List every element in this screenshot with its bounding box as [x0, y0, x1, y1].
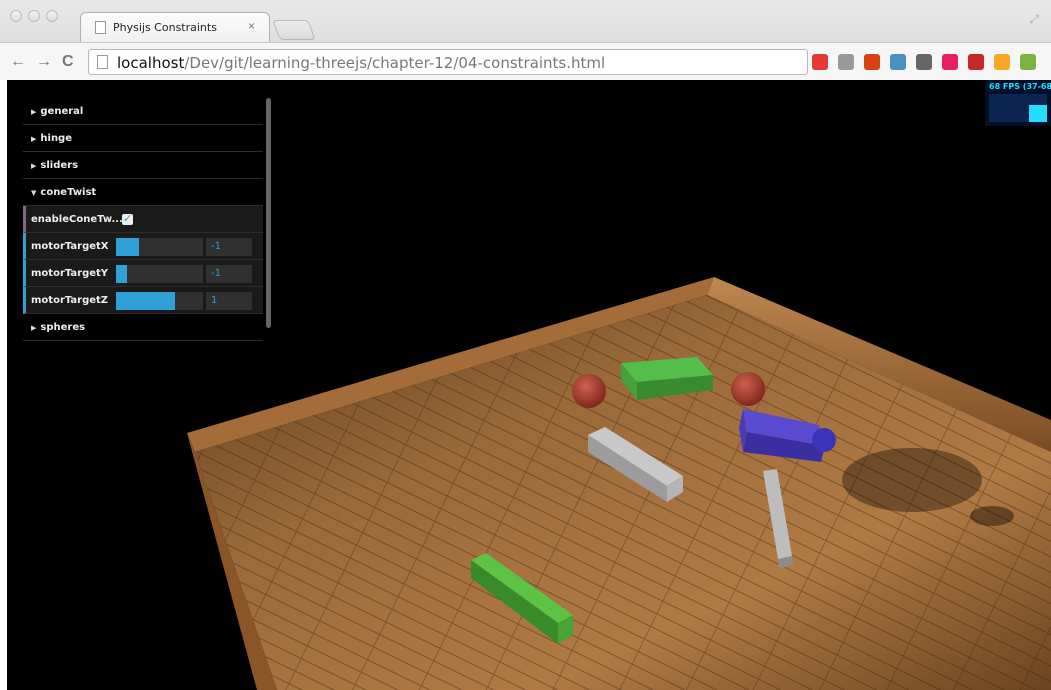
- enable-conetwist-label: enableConeTw...: [31, 214, 123, 225]
- triangle-down-icon: ▼: [31, 189, 37, 197]
- red-sphere: [731, 372, 765, 406]
- opera-icon[interactable]: [812, 54, 828, 70]
- url-path: /Dev/git/learning-threejs/chapter-12/04-…: [184, 54, 606, 72]
- enable-conetwist-checkbox[interactable]: ✓: [122, 212, 133, 225]
- motor-target-z-label: motorTargetZ: [31, 295, 109, 306]
- enable-conetwist-row: enableConeTw... ✓: [23, 206, 263, 233]
- motor-target-x-row: motorTargetX -1: [23, 233, 263, 260]
- motor-target-x-slider[interactable]: [116, 238, 203, 256]
- slider-fill: [116, 265, 128, 283]
- motor-target-x-label: motorTargetX: [31, 241, 109, 252]
- motor-target-y-input[interactable]: -1: [206, 265, 252, 283]
- url-host: localhost: [117, 54, 185, 72]
- globe-icon[interactable]: [890, 54, 906, 70]
- fps-bar: [1029, 105, 1047, 122]
- address-bar[interactable]: localhost/Dev/git/learning-threejs/chapt…: [88, 49, 808, 75]
- folder-label: spheres: [40, 322, 86, 333]
- folder-label: hinge: [40, 133, 72, 144]
- fps-stats[interactable]: 68 FPS (37-68): [985, 80, 1051, 126]
- tab-physijs-constraints[interactable]: Physijs Constraints ×: [80, 12, 270, 42]
- shadow: [842, 448, 982, 512]
- tab-title: Physijs Constraints: [113, 21, 217, 34]
- page-icon: [95, 21, 106, 34]
- back-button[interactable]: ←: [10, 53, 26, 71]
- jb-icon[interactable]: [994, 54, 1010, 70]
- star-icon[interactable]: [838, 54, 854, 70]
- triangle-right-icon: ▶: [31, 108, 37, 116]
- url-text[interactable]: localhost/Dev/git/learning-threejs/chapt…: [117, 54, 605, 72]
- triangle-right-icon: ▶: [31, 324, 37, 332]
- motor-target-z-row: motorTargetZ 1: [23, 287, 263, 314]
- folder-label: general: [40, 106, 84, 117]
- folder-sliders[interactable]: ▶ sliders: [23, 152, 263, 179]
- close-tab-icon[interactable]: ×: [248, 19, 255, 33]
- slider-fill: [116, 238, 140, 256]
- folder-label: sliders: [40, 160, 79, 171]
- fps-graph: [989, 94, 1047, 122]
- tab-strip: Physijs Constraints × ⤢: [0, 0, 1051, 42]
- checkmark-icon: ✓: [123, 212, 133, 225]
- close-window-button[interactable]: [10, 10, 22, 22]
- motor-target-y-slider[interactable]: [116, 265, 203, 283]
- plugin-icon[interactable]: [968, 54, 984, 70]
- folder-hinge[interactable]: ▶ hinge: [23, 125, 263, 152]
- pinwheel-icon[interactable]: [942, 54, 958, 70]
- page-icon: [97, 55, 108, 69]
- folder-general[interactable]: ▶ general: [23, 98, 263, 125]
- fps-text: 68 FPS (37-68): [989, 82, 1051, 91]
- dat-gui-panel: ▶ general ▶ hinge ▶ sliders ▼ coneTwist enab…: [23, 98, 271, 341]
- reload-button[interactable]: C: [62, 53, 74, 71]
- shadow: [970, 506, 1014, 526]
- slider-fill: [116, 292, 176, 310]
- webgl-viewport[interactable]: 68 FPS (37-68) ▶ general ▶ hinge ▶ sliders …: [7, 80, 1051, 690]
- forward-button[interactable]: →: [36, 53, 52, 71]
- motor-target-y-label: motorTargetY: [31, 268, 109, 279]
- folder-conetwist[interactable]: ▼ coneTwist: [23, 179, 263, 206]
- minimize-window-button[interactable]: [28, 10, 40, 22]
- new-tab-button[interactable]: [272, 20, 316, 40]
- folder-label: coneTwist: [40, 187, 97, 198]
- blue-sphere: [812, 428, 836, 452]
- motor-target-x-input[interactable]: -1: [206, 238, 252, 256]
- red-sphere: [572, 374, 606, 408]
- pocket-icon[interactable]: [916, 54, 932, 70]
- menu-icon[interactable]: [1020, 54, 1036, 70]
- triangle-right-icon: ▶: [31, 162, 37, 170]
- fullscreen-icon[interactable]: ⤢: [1029, 12, 1039, 27]
- folder-spheres[interactable]: ▶ spheres: [23, 314, 263, 341]
- motor-target-y-row: motorTargetY -1: [23, 260, 263, 287]
- gui-scrollbar[interactable]: [266, 98, 271, 328]
- maximize-window-button[interactable]: [46, 10, 58, 22]
- motor-target-z-slider[interactable]: [116, 292, 203, 310]
- triangle-right-icon: ▶: [31, 135, 37, 143]
- book-icon[interactable]: [864, 54, 880, 70]
- browser-toolbar: ← → C localhost/Dev/git/learning-threejs…: [0, 42, 1051, 80]
- motor-target-z-input[interactable]: 1: [206, 292, 252, 310]
- browser-chrome: Physijs Constraints × ⤢ ← → C localhost/…: [0, 0, 1051, 80]
